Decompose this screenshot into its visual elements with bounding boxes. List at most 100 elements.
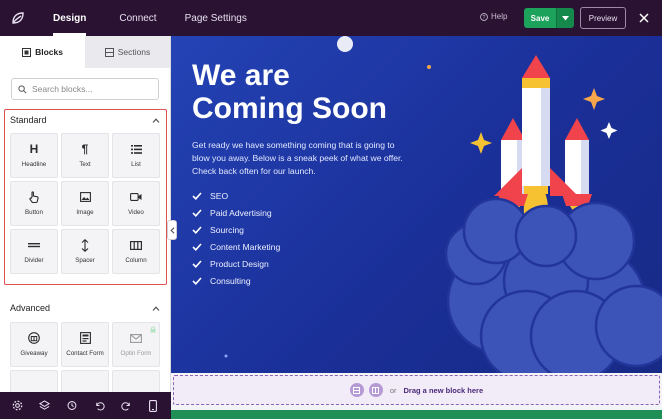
sections-icon (104, 47, 114, 57)
hero-title[interactable]: We are Coming Soon (192, 59, 432, 125)
check-icon (192, 259, 202, 268)
star-decoration (470, 132, 492, 154)
hero-description[interactable]: Get ready we have something coming that … (192, 139, 407, 178)
tab-sections[interactable]: Sections (85, 36, 170, 68)
check-icon (192, 191, 202, 200)
column-icon (130, 239, 142, 251)
help-link[interactable]: ? Help (480, 12, 507, 21)
list-icon (130, 143, 142, 155)
pointer-icon (29, 191, 39, 203)
block-label: Video (128, 209, 144, 216)
block-optin-form[interactable]: Optin Form (112, 322, 160, 367)
lock-icon (150, 326, 156, 333)
preview-button[interactable]: Preview (580, 7, 626, 29)
check-icon (192, 242, 202, 251)
contact-form-icon (79, 332, 91, 344)
chevron-up-icon (152, 117, 160, 123)
blocks-sidebar: Blocks Sections Standard H Headline ¶ Te… (0, 36, 171, 419)
block-label: Optin Form (120, 350, 152, 357)
save-options-button[interactable] (556, 8, 574, 28)
chevron-up-icon (152, 305, 160, 311)
block-label: Text (79, 161, 91, 168)
sections-icon (353, 386, 361, 394)
block-divider[interactable]: Divider (10, 229, 58, 274)
block-video[interactable]: Video (112, 181, 160, 226)
dropzone-action-label: Drag a new block here (403, 385, 484, 395)
spacer-icon (81, 238, 89, 252)
column-icon (372, 386, 380, 394)
hero-title-line: We are (192, 59, 290, 92)
video-icon (130, 191, 142, 203)
mobile-preview-icon[interactable] (146, 399, 160, 413)
block-search (11, 78, 159, 100)
block-column[interactable]: Column (112, 229, 160, 274)
feature-label: Sourcing (210, 224, 244, 235)
help-icon: ? (480, 12, 488, 21)
feature-item: Content Marketing (192, 238, 280, 255)
tab-blocks[interactable]: Blocks (0, 36, 85, 68)
block-list[interactable]: List (112, 133, 160, 178)
layers-icon[interactable] (38, 399, 52, 413)
sidebar-tabs: Blocks Sections (0, 36, 170, 68)
blocks-icon (22, 47, 32, 57)
advanced-section-header[interactable]: Advanced (10, 303, 160, 313)
history-icon[interactable] (65, 399, 79, 413)
block-label: List (131, 161, 141, 168)
block-label: Spacer (75, 257, 95, 264)
add-section-button[interactable] (349, 383, 364, 397)
standard-blocks-grid: H Headline ¶ Text List Button Image Vide… (10, 133, 160, 274)
tab-page-settings[interactable]: Page Settings (185, 0, 247, 36)
feature-item: SEO (192, 187, 280, 204)
headline-icon: H (29, 142, 39, 156)
divider-icon (28, 239, 40, 251)
block-giveaway[interactable]: Giveaway (10, 322, 58, 367)
add-row-button[interactable] (368, 383, 383, 397)
caret-down-icon (562, 15, 569, 20)
search-icon (18, 84, 27, 93)
smoke-clouds (444, 197, 662, 373)
tab-connect[interactable]: Connect (119, 0, 156, 36)
next-section-preview (171, 410, 662, 419)
block-text[interactable]: ¶ Text (61, 133, 109, 178)
hero-title-line: Coming Soon (192, 92, 387, 125)
block-contact-form[interactable]: Contact Form (61, 322, 109, 367)
add-block-dropzone[interactable]: or Drag a new block here (173, 375, 660, 405)
dropzone-or-label: or (389, 385, 397, 395)
tab-sections-label: Sections (117, 47, 151, 57)
rocket-illustration (444, 55, 662, 373)
standard-section-header[interactable]: Standard (10, 115, 160, 125)
block-label: Contact Form (66, 350, 104, 357)
check-icon (192, 225, 202, 234)
star-decoration (224, 354, 228, 358)
feature-label: Paid Advertising (210, 207, 272, 218)
star-decoration (600, 122, 618, 139)
block-button[interactable]: Button (10, 181, 58, 226)
check-icon (192, 276, 202, 285)
close-icon[interactable] (636, 10, 652, 26)
svg-text:?: ? (483, 15, 486, 21)
chevron-left-icon (169, 226, 174, 234)
feature-item: Sourcing (192, 221, 280, 238)
save-button[interactable]: Save (524, 8, 556, 28)
feature-label: Content Marketing (210, 241, 281, 252)
collapse-sidebar-handle[interactable] (167, 220, 177, 240)
page-canvas[interactable]: We are Coming Soon Get ready we have som… (171, 36, 662, 373)
feature-list[interactable]: SEO Paid Advertising Sourcing Content Ma… (192, 187, 280, 289)
block-image[interactable]: Image (61, 181, 109, 226)
tab-blocks-label: Blocks (35, 47, 63, 57)
block-label: Image (76, 209, 94, 216)
block-headline[interactable]: H Headline (10, 133, 58, 178)
seedprod-logo-icon[interactable] (0, 0, 36, 36)
check-icon (192, 208, 202, 217)
block-label: Giveaway (20, 350, 48, 357)
settings-icon[interactable] (11, 399, 25, 413)
undo-icon[interactable] (92, 399, 106, 413)
search-input[interactable] (32, 84, 152, 94)
block-spacer[interactable]: Spacer (61, 229, 109, 274)
block-label: Column (125, 257, 147, 264)
redo-icon[interactable] (119, 399, 133, 413)
tab-design[interactable]: Design (53, 0, 87, 36)
right-booster (562, 118, 592, 217)
moon-decoration (337, 36, 353, 52)
top-bar: Design Connect Page Settings ? Help Save… (0, 0, 662, 36)
